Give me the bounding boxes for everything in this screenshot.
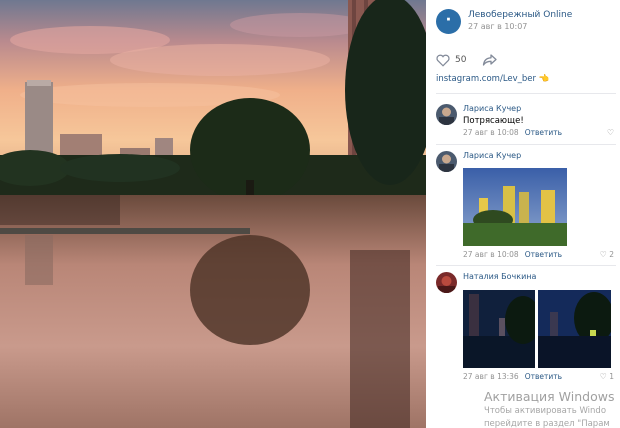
comment-item: Лариса Кучер 27 авг в 10:08 Ответить ♡ 2 [426, 151, 620, 263]
divider [436, 93, 616, 94]
reply-button[interactable]: Ответить [525, 372, 562, 381]
avatar[interactable] [436, 272, 457, 293]
comment-time[interactable]: 27 авг в 10:08 [463, 250, 519, 259]
windows-activation-line2: перейдите в раздел "Парам [484, 419, 610, 428]
pointing-hand-emoji: 👈 [538, 74, 550, 84]
comment-meta: 27 авг в 10:08 Ответить [463, 128, 562, 137]
windows-activation-title: Активация Windows [484, 389, 615, 404]
post-actions: 50 [426, 50, 620, 72]
windows-activation-line1: Чтобы активировать Windo [484, 406, 607, 416]
heart-icon: ♡ [606, 128, 614, 137]
comment-like-button[interactable]: ♡ 2 [600, 250, 614, 259]
post-header: ■ Левобережный Online 27 авг в 10:07 [426, 0, 620, 44]
comment-meta: 27 авг в 13:36 Ответить [463, 372, 562, 381]
comment-like-count: 2 [609, 250, 614, 259]
comment-photo[interactable] [463, 168, 567, 246]
comment-author[interactable]: Наталия Бочкина [463, 272, 536, 281]
comment-time[interactable]: 27 авг в 10:08 [463, 128, 519, 137]
group-name-link[interactable]: Левобережный Online [468, 10, 572, 20]
group-avatar[interactable]: ■ [436, 9, 461, 34]
reply-button[interactable]: Ответить [525, 128, 562, 137]
avatar[interactable] [436, 151, 457, 172]
comment-meta: 27 авг в 10:08 Ответить [463, 250, 562, 259]
comment-author[interactable]: Лариса Кучер [463, 104, 521, 113]
instagram-link[interactable]: instagram.com/Lev_ber [436, 74, 536, 84]
reply-button[interactable]: Ответить [525, 250, 562, 259]
comment-photo[interactable] [463, 290, 535, 368]
heart-icon[interactable] [436, 54, 450, 67]
avatar[interactable] [436, 104, 457, 125]
divider [436, 265, 616, 266]
comment-item: Лариса Кучер Потрясающе! 27 авг в 10:08 О… [426, 104, 620, 144]
heart-icon: ♡ [599, 250, 607, 259]
post-photo[interactable] [0, 0, 426, 428]
comment-item: Наталия Бочкина 27 авг в 13:36 Ответить [426, 272, 620, 384]
like-count: 50 [455, 55, 467, 65]
comment-time[interactable]: 27 авг в 13:36 [463, 372, 519, 381]
share-arrow-icon[interactable] [482, 53, 498, 67]
comment-like-button[interactable]: ♡ [607, 128, 614, 137]
divider [436, 144, 616, 145]
sunset-river-photo [0, 0, 426, 428]
post-date[interactable]: 27 авг в 10:07 [468, 22, 527, 31]
heart-icon: ♡ [599, 372, 607, 381]
comment-like-button[interactable]: ♡ 1 [600, 372, 614, 381]
comment-author[interactable]: Лариса Кучер [463, 151, 521, 160]
comment-text: Потрясающе! [463, 116, 524, 126]
comment-like-count: 1 [609, 372, 614, 381]
post-text: instagram.com/Lev_ber 👈 [436, 74, 616, 84]
comment-photo[interactable] [538, 290, 611, 368]
post-sidebar: ■ Левобережный Online 27 авг в 10:07 50 … [426, 0, 620, 428]
